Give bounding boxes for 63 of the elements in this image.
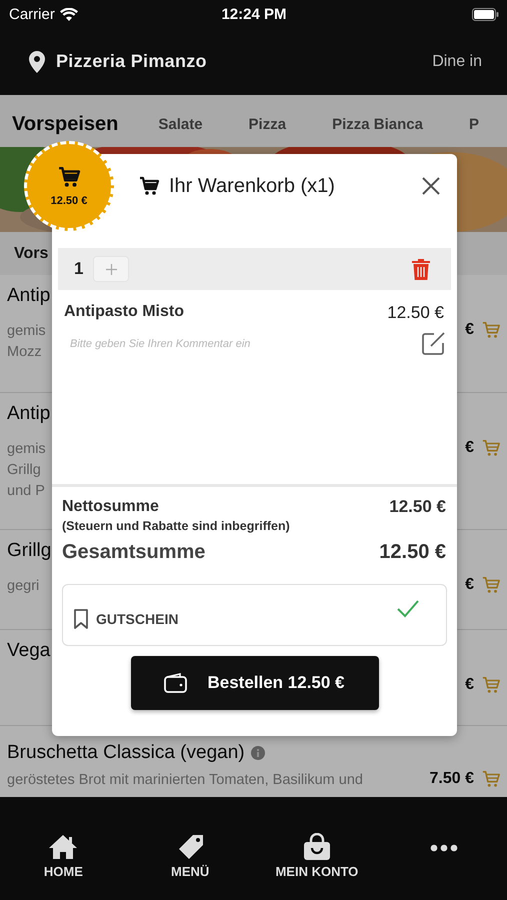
close-icon[interactable] (422, 177, 440, 195)
item-price: 12.50 € (387, 303, 444, 323)
edit-icon[interactable] (421, 331, 446, 356)
dish-description: Grillg (7, 461, 42, 480)
dish-name: Vega (7, 640, 50, 662)
net-total-label: Nettosumme (62, 498, 159, 516)
dish-description: gemis (7, 440, 46, 459)
comment-field[interactable]: Bitte geben Sie Ihren Kommentar ein (64, 334, 376, 354)
dialog-title: Ihr Warenkorb (x1) (169, 174, 335, 198)
battery-icon (472, 8, 499, 20)
voucher-field[interactable]: GUTSCHEIN (62, 584, 447, 646)
dish-price: € (465, 321, 474, 339)
section-title: Vors (14, 244, 48, 262)
order-button[interactable]: Bestellen 12.50 € (130, 656, 378, 710)
tab-item[interactable]: HOME (0, 833, 127, 879)
cart-icon (57, 166, 81, 188)
dish-name: Antip (7, 403, 50, 425)
restaurant-name: Pizzeria Pimanzo (56, 51, 207, 72)
bookmark-icon (74, 609, 88, 629)
tab-item[interactable]: MENÜ (126, 833, 254, 879)
category-tab[interactable]: Vorspeisen (12, 106, 118, 136)
grand-total-label: Gesamtsumme (62, 541, 206, 564)
increase-button[interactable] (93, 256, 130, 282)
grand-total-value: 12.50 € (379, 541, 446, 564)
dish-description: geröstetes Brot mit marinierten Tomaten, Basilikum und (7, 771, 363, 790)
trash-icon[interactable] (412, 258, 430, 280)
category-tab[interactable]: Salate (158, 110, 203, 132)
cart-icon[interactable] (482, 770, 500, 788)
plus-icon (106, 264, 117, 274)
quantity-value: 1 (74, 259, 84, 279)
home-icon (48, 833, 78, 861)
voucher-label: GUTSCHEIN (96, 611, 178, 627)
cart-icon (138, 176, 160, 196)
cart-icon[interactable] (482, 439, 500, 457)
cart-icon[interactable] (482, 321, 500, 339)
dish-name: Bruschetta Classica (vegan) (7, 742, 245, 764)
tab-item[interactable]: MEIN KONTO (254, 833, 380, 879)
dish-description: gemis (7, 322, 46, 341)
category-tab[interactable]: Pizza (248, 110, 286, 132)
dish-name: Grillg (7, 540, 52, 562)
dish-price: € (465, 576, 474, 594)
dish-description: gegri (7, 577, 40, 596)
cart-icon[interactable] (482, 676, 500, 694)
dish-price: 7.50 € (430, 770, 474, 788)
info-icon[interactable] (250, 746, 265, 760)
carrier-label: Carrier (9, 6, 55, 22)
item-name: Antipasto Misto (64, 303, 184, 322)
net-total-value: 12.50 € (389, 497, 446, 517)
dish-name: Antip (7, 285, 50, 307)
category-tab[interactable]: Pizza Bianca (332, 110, 423, 132)
category-tab[interactable]: P (468, 110, 479, 132)
wifi-icon (60, 8, 78, 20)
dine-in-link[interactable]: Dine in (432, 52, 482, 70)
dish-price: € (465, 439, 474, 457)
tax-note: (Steuern und Rabatte sind inbegriffen) (62, 519, 291, 533)
dish-description: Mozz (7, 343, 43, 362)
clock: 12:24 PM (221, 6, 287, 22)
bag-icon (302, 833, 332, 861)
cart-icon[interactable] (482, 576, 500, 594)
location-pin-icon (29, 50, 45, 72)
dish-price: € (465, 676, 474, 694)
dish-description: und P (7, 482, 46, 501)
wallet-icon (164, 673, 188, 693)
